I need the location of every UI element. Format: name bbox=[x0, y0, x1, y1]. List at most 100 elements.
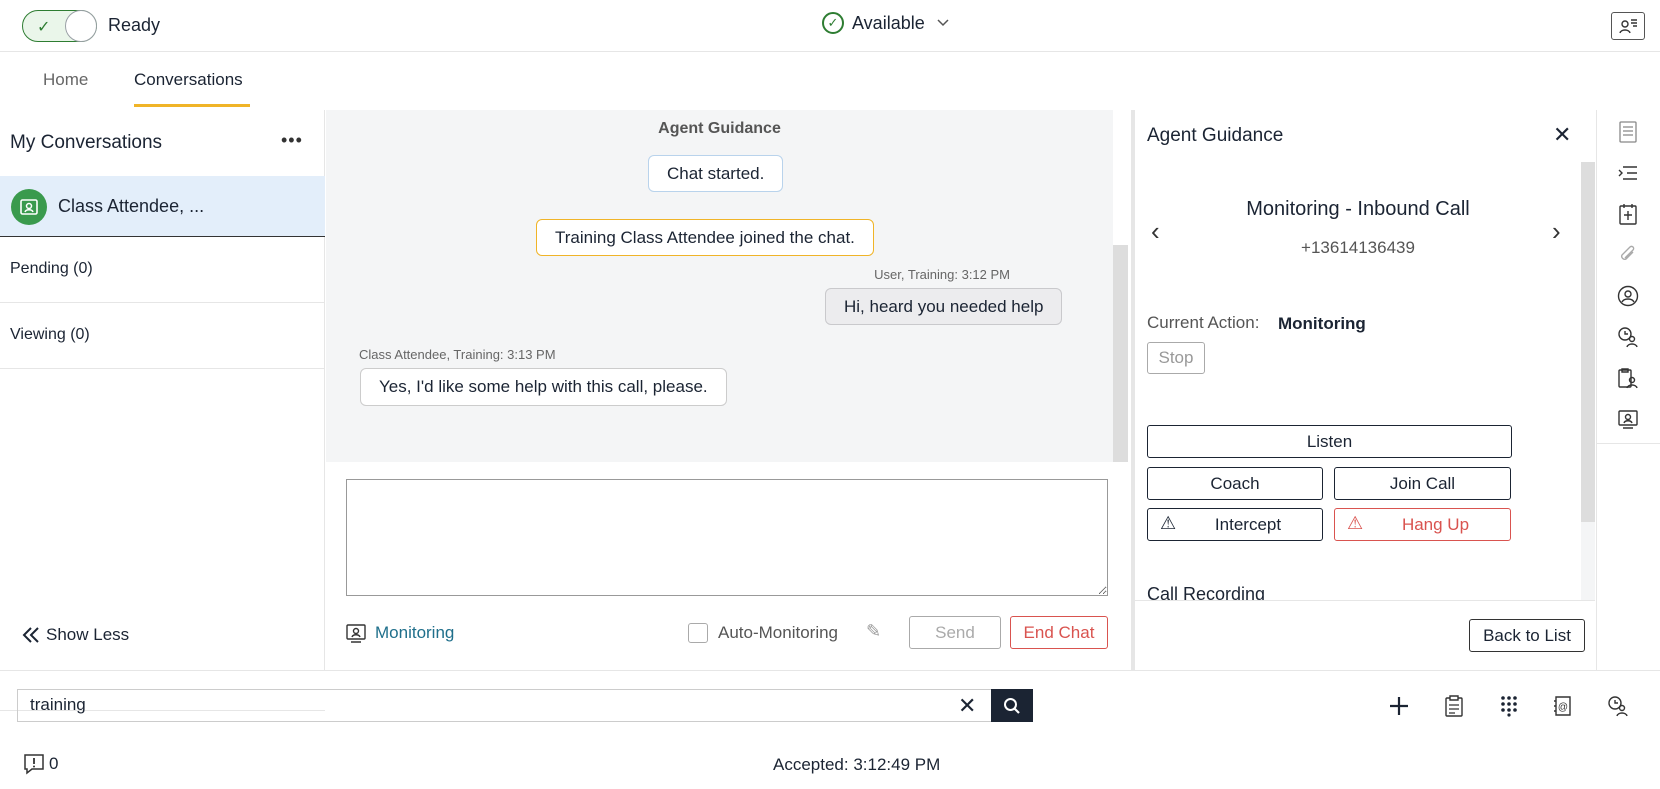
monitor-user-icon[interactable] bbox=[1615, 406, 1641, 432]
listen-button[interactable]: Listen bbox=[1147, 425, 1512, 458]
tab-home[interactable]: Home bbox=[43, 70, 88, 90]
dialpad-icon[interactable] bbox=[1496, 693, 1522, 719]
chat-scroll-thumb[interactable] bbox=[1113, 245, 1128, 462]
user-clock-icon[interactable] bbox=[1605, 693, 1631, 719]
chat-transcript: Agent Guidance Chat started. Training Cl… bbox=[326, 110, 1113, 462]
system-message-text: Training Class Attendee joined the chat. bbox=[555, 227, 855, 247]
conversations-panel: My Conversations ••• Class Attendee, ...… bbox=[0, 110, 325, 711]
auto-monitoring-label: Auto-Monitoring bbox=[718, 623, 839, 642]
pending-label: Pending (0) bbox=[10, 260, 93, 277]
check-icon: ✓ bbox=[37, 19, 51, 36]
call-title: Monitoring - Inbound Call bbox=[1246, 198, 1470, 220]
join-call-button[interactable]: Join Call bbox=[1334, 467, 1511, 500]
panel-divider[interactable] bbox=[1131, 110, 1135, 670]
message-text: Yes, I'd like some help with this call, … bbox=[379, 377, 708, 396]
intercept-label: Intercept bbox=[1214, 514, 1282, 534]
send-button[interactable]: Send bbox=[909, 616, 1001, 649]
search-button[interactable] bbox=[991, 689, 1033, 722]
conversation-label: Class Attendee, ... bbox=[58, 196, 205, 216]
attachment-icon[interactable] bbox=[1615, 242, 1641, 268]
coach-label: Coach bbox=[1210, 473, 1260, 493]
more-options-icon[interactable]: ••• bbox=[281, 130, 303, 151]
divider bbox=[1135, 600, 1595, 601]
hang-up-button[interactable]: ⚠ Hang Up bbox=[1334, 508, 1511, 541]
incoming-message: Yes, I'd like some help with this call, … bbox=[360, 368, 727, 406]
message-meta: User, Training: 3:12 PM bbox=[874, 267, 1010, 282]
viewing-label: Viewing (0) bbox=[10, 326, 90, 343]
divider bbox=[0, 670, 1660, 671]
guidance-scroll-thumb[interactable] bbox=[1581, 162, 1595, 522]
end-chat-button[interactable]: End Chat bbox=[1010, 616, 1108, 649]
back-to-list-button[interactable]: Back to List bbox=[1469, 619, 1585, 652]
clear-search-icon[interactable]: ✕ bbox=[958, 693, 976, 719]
clipboard-icon[interactable] bbox=[1441, 693, 1467, 719]
notification-count: 0 bbox=[49, 754, 59, 773]
stop-button[interactable]: Stop bbox=[1147, 342, 1205, 374]
pending-section[interactable]: Pending (0) bbox=[0, 237, 325, 303]
ready-label: Ready bbox=[108, 15, 161, 35]
clipboard-user-icon[interactable] bbox=[1615, 365, 1641, 391]
auto-monitoring-checkbox[interactable] bbox=[688, 623, 708, 643]
toggle-knob bbox=[65, 10, 97, 42]
accepted-time: Accepted: 3:12:49 PM bbox=[773, 755, 941, 774]
warning-icon: ⚠ bbox=[1160, 513, 1177, 533]
plus-icon[interactable] bbox=[1386, 693, 1412, 719]
contact-card-icon bbox=[11, 189, 47, 225]
add-calendar-icon[interactable] bbox=[1615, 201, 1641, 227]
top-bar: ✓ Ready ✓ Available bbox=[0, 0, 1660, 52]
search-icon bbox=[1004, 697, 1020, 714]
call-phone: +13614136439 bbox=[1301, 238, 1415, 257]
monitor-user-icon bbox=[346, 624, 366, 643]
availability-label: Available bbox=[852, 12, 925, 33]
message-meta: Class Attendee, Training: 3:13 PM bbox=[359, 347, 556, 362]
profile-button[interactable] bbox=[1611, 12, 1645, 40]
coach-button[interactable]: Coach bbox=[1147, 467, 1323, 500]
guidance-title: Agent Guidance bbox=[1147, 125, 1284, 146]
system-message: Chat started. bbox=[648, 155, 784, 192]
show-less-label: Show Less bbox=[46, 625, 130, 644]
indent-list-icon[interactable] bbox=[1615, 160, 1641, 186]
viewing-section[interactable]: Viewing (0) bbox=[0, 303, 325, 369]
show-less-button[interactable]: Show Less bbox=[22, 625, 129, 645]
notes-icon[interactable] bbox=[1615, 119, 1641, 145]
join-call-label: Join Call bbox=[1389, 473, 1456, 493]
tab-conversations[interactable]: Conversations bbox=[134, 70, 243, 90]
email-compose-icon[interactable]: @ bbox=[1550, 693, 1576, 719]
user-circle-icon[interactable] bbox=[1615, 283, 1641, 309]
system-message-text: Chat started. bbox=[667, 163, 765, 183]
chat-title: Agent Guidance bbox=[658, 120, 781, 137]
message-input[interactable] bbox=[346, 479, 1108, 596]
user-clock-icon[interactable] bbox=[1615, 324, 1641, 350]
pencil-icon[interactable]: ✎ bbox=[866, 621, 881, 642]
intercept-button[interactable]: ⚠ Intercept bbox=[1147, 508, 1323, 541]
monitoring-link[interactable]: Monitoring bbox=[345, 623, 454, 643]
current-action-value: Monitoring bbox=[1278, 314, 1366, 333]
user-card-icon bbox=[1619, 19, 1637, 34]
svg-text:@: @ bbox=[1558, 702, 1568, 713]
system-message: Training Class Attendee joined the chat. bbox=[536, 219, 874, 256]
notifications[interactable]: 0 bbox=[23, 753, 58, 775]
hang-up-label: Hang Up bbox=[1401, 514, 1470, 534]
available-check-icon: ✓ bbox=[822, 12, 844, 34]
close-icon[interactable]: ✕ bbox=[1553, 122, 1571, 148]
call-recording-heading: Call Recording bbox=[1147, 586, 1581, 600]
nav-tabs: Home Conversations bbox=[0, 52, 1660, 110]
monitoring-label: Monitoring bbox=[375, 623, 455, 642]
message-text: Hi, heard you needed help bbox=[844, 296, 1044, 316]
divider bbox=[1597, 443, 1660, 444]
chevron-down-icon bbox=[937, 16, 949, 30]
ready-toggle[interactable]: ✓ bbox=[22, 10, 97, 42]
conversation-item[interactable]: Class Attendee, ... bbox=[0, 176, 325, 237]
availability-dropdown[interactable]: ✓ Available bbox=[822, 12, 949, 34]
search-input[interactable] bbox=[17, 689, 992, 722]
outgoing-message: Hi, heard you needed help bbox=[825, 288, 1063, 325]
search-value: training bbox=[30, 695, 86, 714]
active-tab-indicator bbox=[134, 104, 250, 107]
listen-label: Listen bbox=[1306, 431, 1353, 451]
alert-message-icon bbox=[24, 754, 44, 775]
call-recording-label: Call Recording bbox=[1147, 586, 1266, 600]
double-chevron-left-icon bbox=[22, 627, 39, 643]
current-action-label: Current Action: bbox=[1147, 313, 1260, 332]
warning-icon: ⚠ bbox=[1347, 513, 1364, 533]
panel-title: My Conversations bbox=[10, 132, 163, 153]
